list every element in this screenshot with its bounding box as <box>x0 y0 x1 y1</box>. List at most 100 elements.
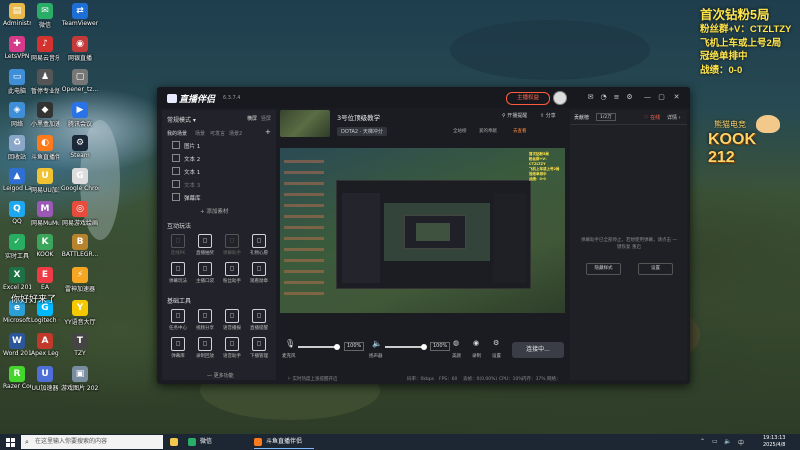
desktop-icon[interactable]: ▢ Opener_tz... <box>61 69 99 93</box>
desktop-icon[interactable]: XExcel 2016 <box>3 267 31 291</box>
scene-tab[interactable]: 场景2 <box>229 130 242 137</box>
tool-button[interactable]: ◻ 录制回放 <box>194 337 216 359</box>
desktop-icon[interactable]: T TZY <box>61 333 99 357</box>
source-item[interactable]: 图片 1 <box>172 141 267 152</box>
beauty-icon[interactable]: ◍ <box>453 339 459 347</box>
desktop-icon[interactable]: ✚ LetsVPN <box>3 36 31 60</box>
hide-style-button[interactable]: 隐藏样式 <box>586 263 621 275</box>
tool-button[interactable]: ◻ 粉丝助手 <box>221 262 243 284</box>
desktop-icon[interactable]: ▤Administr... <box>3 3 31 27</box>
desktop-icon[interactable]: ✓ 实时工具 <box>3 234 31 260</box>
message-icon[interactable]: ✉ <box>586 93 595 102</box>
room-cover[interactable] <box>280 110 330 137</box>
title-bar[interactable]: 直播伴侣 6.3.7.4 主播权益 ✉ ◔ ≡ ⚙ — ▢ ✕ <box>157 87 690 108</box>
share-link[interactable]: ⇪ 分享 <box>540 112 556 119</box>
online-tab[interactable]: ♡ 在线 <box>644 114 660 121</box>
desktop-icon[interactable]: ▭ 此电脑 <box>3 69 31 95</box>
tool-button[interactable]: ◻ 下播管理 <box>248 337 270 359</box>
source-item[interactable]: 弹幕库 <box>172 193 267 204</box>
desktop-icon[interactable]: M 网易MuMu模拟器 <box>31 201 59 227</box>
menu-icon[interactable]: ≡ <box>612 93 621 102</box>
desktop-icon[interactable]: ♟ 暂停专业版 <box>31 69 59 95</box>
desktop-icon[interactable]: U 网易UU加速器 <box>31 168 59 194</box>
tray-chevron-icon[interactable]: ⌃ <box>700 438 705 445</box>
scene-tab[interactable]: 我的场景 <box>167 130 187 137</box>
scene-tab[interactable]: 场景 <box>195 130 205 137</box>
desktop-icon[interactable]: ▣ 游戏图片 20230311 <box>61 366 99 392</box>
mode-select[interactable]: 常规模式 ▾ <box>167 115 196 124</box>
source-item[interactable]: 文本 1 <box>172 167 267 178</box>
check-link[interactable]: 去查看 <box>513 128 527 134</box>
more-features-link[interactable]: — 更多功能 <box>207 372 234 379</box>
ime-icon[interactable]: 中 <box>738 438 744 447</box>
landscape-link[interactable]: 横屏 <box>247 115 257 122</box>
devotion-link[interactable]: 爱的奉献 <box>479 128 497 134</box>
desktop-icon[interactable]: ♻ 回收站 <box>3 135 31 161</box>
tool-button[interactable]: ◻ 连线PK <box>167 234 189 256</box>
close-icon[interactable]: ✕ <box>672 93 681 102</box>
start-live-button[interactable]: 连接中... <box>512 342 564 358</box>
anchor-benefits-button[interactable]: 主播权益 <box>506 92 550 105</box>
tool-button[interactable]: ◻ 观看勋章 <box>248 262 270 284</box>
speaker-slider[interactable] <box>385 344 427 350</box>
windows-start-icon[interactable] <box>6 438 15 447</box>
add-scene-icon[interactable]: + <box>265 128 271 136</box>
desktop-icon[interactable]: ▶ 腾讯会议 <box>61 102 99 128</box>
tool-button[interactable]: ◻ 任务中心 <box>167 309 189 331</box>
tool-button[interactable]: ◻ 主播口袋 <box>194 262 216 284</box>
desktop-icon[interactable]: K KOOK <box>31 234 59 258</box>
desktop-icon[interactable]: ◈ 网络 <box>3 102 31 128</box>
desktop-icon[interactable]: ♪ 网易云音乐 <box>31 36 59 62</box>
desktop-icon[interactable]: AApex Legends <box>31 333 59 357</box>
desktop-icon[interactable]: ⚡ 雷神加速器 <box>61 267 99 293</box>
room-title[interactable]: 3号位顶级教学 <box>337 112 380 122</box>
bottom-hint[interactable]: ⚐ 实时热度上涨提醒开启 <box>287 376 337 382</box>
tool-button[interactable]: ◻ 弹幕玩法 <box>167 262 189 284</box>
desktop-icon[interactable]: RRazer Cortex <box>3 366 31 390</box>
room-category[interactable]: DOTA2 · 天梯冲分 <box>337 127 387 136</box>
ranking-link[interactable]: 全站榜 <box>453 128 467 134</box>
live-reminder-link[interactable]: ⚲ 开播提醒 <box>502 112 527 119</box>
right-settings-button[interactable]: 设置 <box>638 263 673 275</box>
tool-button[interactable]: ◻ 弹幕助手 <box>221 234 243 256</box>
taskbar-search[interactable]: ⌕ 在这里输入你要搜索的内容 <box>21 435 163 449</box>
contribution-tab[interactable]: 贡献榜 <box>574 114 589 121</box>
stream-preview[interactable]: 首次钻粉5局 粉丝群+V：CTZLTZY 飞机上车或上号2局 冠绝单排中 战绩：… <box>280 148 565 313</box>
desktop-icon[interactable]: U UU加速器 <box>31 366 59 392</box>
taskbar-app-wechat[interactable]: 微信 <box>186 435 246 449</box>
source-item[interactable]: 文本 3 <box>172 180 267 191</box>
tool-button[interactable]: ◻ 语音播报 <box>221 309 243 331</box>
taskbar-app-douyu[interactable]: 斗鱼直播伴侣 <box>252 435 324 449</box>
tool-button[interactable]: ◻ 弹幕库 <box>167 337 189 359</box>
desktop-icon[interactable]: ▲Leigod Launcher <box>3 168 31 192</box>
speaker-icon[interactable]: 🔈 <box>372 339 382 348</box>
desktop-icon[interactable]: B BATTLEGR... <box>61 234 99 258</box>
microphone-icon[interactable]: 🎙 <box>285 339 295 348</box>
network-icon[interactable]: ▭ <box>712 438 718 445</box>
desktop-icon[interactable]: Q QQ <box>3 201 31 225</box>
desktop-icon[interactable]: WWord 2016 <box>3 333 31 357</box>
clock[interactable]: 19:13:13 2025/4/8 <box>763 435 785 449</box>
minimize-icon[interactable]: — <box>643 93 652 102</box>
tool-button[interactable]: ◻ 视频分享 <box>194 309 216 331</box>
record-icon[interactable]: ◉ <box>473 339 479 347</box>
settings-icon[interactable]: ⚙ <box>625 93 634 102</box>
maximize-icon[interactable]: ▢ <box>657 93 666 102</box>
tool-button[interactable]: ◻ 直播抽奖 <box>194 234 216 256</box>
shirt-icon[interactable]: ◔ <box>599 93 608 102</box>
desktop-icon[interactable]: GGoogle Chrome <box>61 168 99 192</box>
desktop-icon[interactable]: ◆ 小黑盒加速器 <box>31 102 59 128</box>
desktop-icon[interactable]: ⚙ Steam <box>61 135 99 159</box>
source-item[interactable]: 文本 2 <box>172 154 267 165</box>
desktop-icon[interactable]: ◎ 网易游戏绘画 <box>61 201 99 227</box>
portrait-link[interactable]: 竖屏 <box>261 115 271 122</box>
desktop-icon[interactable]: ⇄ TeamViewer <box>61 3 99 27</box>
tool-button[interactable]: ◻ 语音助手 <box>221 337 243 359</box>
desktop-icon[interactable]: ✉ 微信 <box>31 3 59 29</box>
scene-tab[interactable]: 可发言 <box>210 130 225 137</box>
tool-button[interactable]: ◻ 直播提醒 <box>248 309 270 331</box>
volume-icon[interactable]: 🔈 <box>724 438 731 445</box>
desktop-icon[interactable]: ◐ 斗鱼直播伴侣 <box>31 135 59 161</box>
tool-button[interactable]: ◻ 礼物心愿 <box>248 234 270 256</box>
gear-icon[interactable]: ⚙ <box>493 339 499 347</box>
